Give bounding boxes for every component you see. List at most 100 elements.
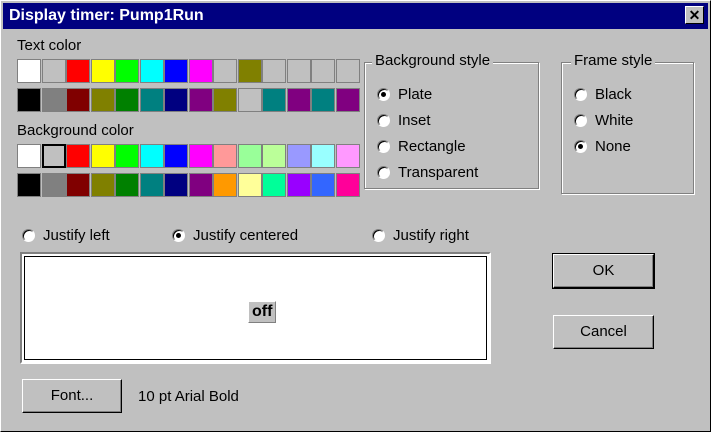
text-color-swatch[interactable] — [213, 88, 237, 112]
close-button[interactable]: ✕ — [685, 6, 704, 24]
cancel-button[interactable]: Cancel — [553, 315, 654, 349]
frame-style-title: Frame style — [571, 52, 656, 69]
ok-button[interactable]: OK — [552, 253, 655, 289]
background-color-swatch[interactable] — [262, 144, 286, 168]
text-color-swatch[interactable] — [139, 88, 164, 112]
radio-inset[interactable]: Inset — [377, 110, 431, 130]
radio-black-indicator — [574, 87, 587, 101]
font-description: 10 pt Arial Bold — [138, 388, 239, 405]
background-color-swatch[interactable] — [311, 144, 335, 168]
text-color-swatch[interactable] — [335, 88, 360, 112]
background-color-swatch[interactable] — [286, 173, 311, 197]
radio-justify-left-indicator — [22, 228, 35, 242]
background-color-swatch[interactable] — [66, 173, 90, 197]
text-color-swatch[interactable] — [311, 88, 335, 112]
radio-inset-label: Inset — [398, 111, 431, 129]
background-color-swatch[interactable] — [213, 173, 237, 197]
radio-transparent-indicator — [377, 165, 390, 179]
text-color-swatch[interactable] — [311, 59, 335, 83]
text-color-swatch[interactable] — [188, 88, 213, 112]
text-color-swatch[interactable] — [90, 59, 115, 83]
background-color-swatch[interactable] — [188, 144, 213, 168]
title-bar[interactable]: Display timer: Pump1Run ✕ — [3, 3, 708, 29]
text-color-swatch[interactable] — [17, 59, 41, 83]
background-color-swatch[interactable] — [17, 173, 41, 197]
background-style-title: Background style — [372, 52, 494, 69]
background-color-swatch[interactable] — [90, 144, 115, 168]
text-color-swatch[interactable] — [139, 59, 164, 83]
radio-black[interactable]: Black — [574, 84, 632, 104]
text-color-swatch[interactable] — [17, 88, 41, 112]
preview-area: off — [20, 252, 491, 364]
text-color-swatch[interactable] — [188, 59, 213, 83]
text-color-swatch[interactable] — [115, 59, 139, 83]
text-color-swatch[interactable] — [286, 59, 311, 83]
text-color-swatch[interactable] — [213, 59, 237, 83]
radio-justify-right[interactable]: Justify right — [372, 225, 469, 245]
background-color-swatch[interactable] — [90, 173, 115, 197]
text-color-swatch[interactable] — [164, 88, 188, 112]
radio-justify-centered-indicator — [172, 228, 185, 242]
dialog-title: Display timer: Pump1Run — [9, 7, 204, 24]
font-button[interactable]: Font... — [22, 379, 122, 413]
text-color-swatch[interactable] — [115, 88, 139, 112]
radio-justify-left[interactable]: Justify left — [22, 225, 110, 245]
text-color-swatch[interactable] — [335, 59, 360, 83]
text-color-swatch[interactable] — [286, 88, 311, 112]
background-color-swatch[interactable] — [139, 144, 164, 168]
background-color-swatch[interactable] — [66, 144, 90, 168]
radio-white-indicator — [574, 113, 587, 127]
preview-frame: off — [24, 256, 487, 360]
radio-white[interactable]: White — [574, 110, 633, 130]
radio-rectangle-label: Rectangle — [398, 137, 466, 155]
preview-text: off — [248, 301, 277, 323]
radio-rectangle-indicator — [377, 139, 390, 153]
background-color-swatch[interactable] — [237, 144, 262, 168]
radio-plate[interactable]: Plate — [377, 84, 432, 104]
radio-justify-centered-label: Justify centered — [193, 226, 299, 244]
radio-inset-indicator — [377, 113, 390, 127]
background-color-swatch[interactable] — [115, 144, 139, 168]
dialog-window: Display timer: Pump1Run ✕ Text color Bac… — [0, 0, 711, 432]
background-color-swatch[interactable] — [41, 173, 66, 197]
text-color-label: Text color — [17, 37, 82, 54]
radio-plate-label: Plate — [398, 85, 433, 103]
radio-black-label: Black — [595, 85, 632, 103]
text-color-swatch[interactable] — [41, 59, 66, 83]
background-color-label: Background color — [17, 122, 134, 139]
radio-none[interactable]: None — [574, 136, 631, 156]
radio-justify-right-label: Justify right — [393, 226, 469, 244]
text-color-swatch[interactable] — [262, 59, 286, 83]
radio-white-label: White — [595, 111, 634, 129]
text-color-swatch[interactable] — [262, 88, 286, 112]
radio-transparent-label: Transparent — [398, 163, 479, 181]
text-color-swatch[interactable] — [66, 88, 90, 112]
text-color-swatch[interactable] — [66, 59, 90, 83]
text-color-swatch[interactable] — [237, 59, 262, 83]
background-color-swatch[interactable] — [286, 144, 311, 168]
radio-transparent[interactable]: Transparent — [377, 162, 478, 182]
text-color-swatch[interactable] — [41, 88, 66, 112]
radio-justify-right-indicator — [372, 228, 385, 242]
background-color-swatch[interactable] — [335, 173, 360, 197]
radio-rectangle[interactable]: Rectangle — [377, 136, 466, 156]
radio-justify-centered[interactable]: Justify centered — [172, 225, 298, 245]
text-color-swatch[interactable] — [164, 59, 188, 83]
text-color-swatch[interactable] — [90, 88, 115, 112]
close-icon: ✕ — [688, 7, 701, 23]
text-color-swatch[interactable] — [237, 88, 262, 112]
radio-plate-indicator — [377, 87, 390, 101]
background-color-swatch[interactable] — [335, 144, 360, 168]
background-color-swatch[interactable] — [17, 144, 41, 168]
background-color-swatch[interactable] — [188, 173, 213, 197]
background-color-swatch[interactable] — [164, 144, 188, 168]
radio-justify-left-label: Justify left — [43, 226, 110, 244]
background-color-swatch[interactable] — [115, 173, 139, 197]
background-color-swatch[interactable] — [311, 173, 335, 197]
background-color-swatch[interactable] — [237, 173, 262, 197]
background-color-swatch[interactable] — [262, 173, 286, 197]
background-color-swatch[interactable] — [139, 173, 164, 197]
background-color-swatch[interactable] — [213, 144, 237, 168]
background-color-swatch[interactable] — [41, 144, 66, 168]
background-color-swatch[interactable] — [164, 173, 188, 197]
